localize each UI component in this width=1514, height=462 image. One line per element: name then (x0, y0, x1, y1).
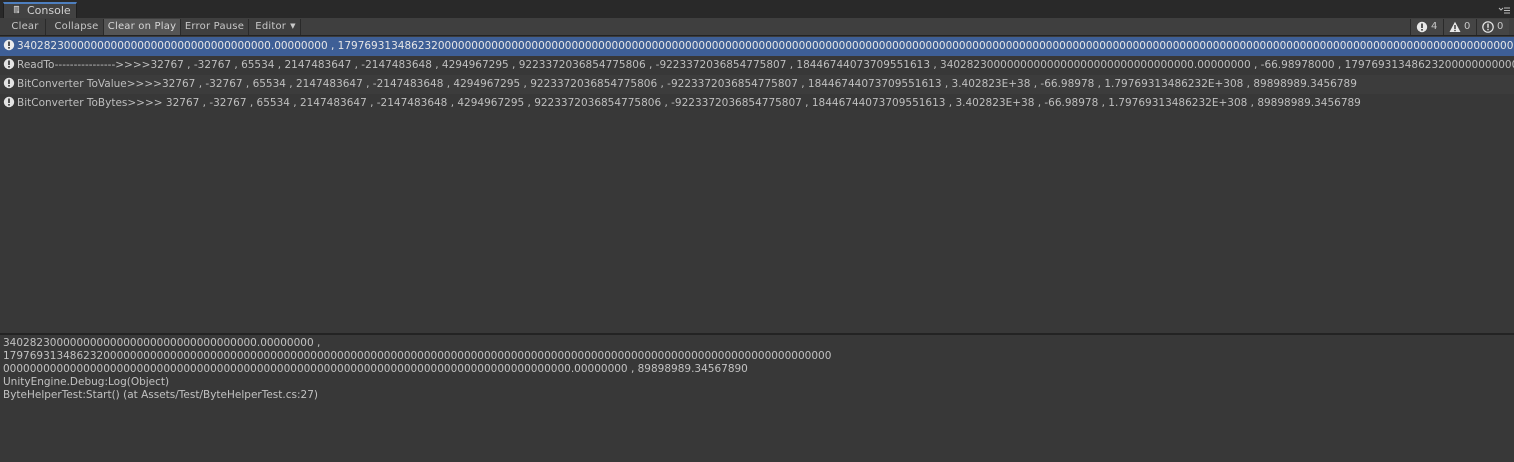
clear-on-play-button[interactable]: Clear on Play (104, 19, 181, 35)
warning-count: 0 (1464, 21, 1471, 32)
warning-count-toggle[interactable]: 0 (1443, 19, 1476, 35)
log-entry[interactable]: 34028230000000000000000000000000000000.0… (0, 37, 1514, 56)
stack-trace-line: UnityEngine.Debug:Log(Object) (3, 376, 170, 388)
log-entry-text: 34028230000000000000000000000000000000.0… (17, 40, 1514, 52)
console-window: Console Clear Collapse Clear on Play Err… (0, 0, 1514, 462)
console-icon (13, 5, 20, 14)
error-count-toggle[interactable]: 0 (1476, 19, 1509, 35)
error-icon (1482, 21, 1494, 33)
info-count: 4 (1431, 21, 1438, 32)
tab-bar: Console (0, 0, 1514, 18)
info-icon (3, 77, 15, 89)
console-toolbar: Clear Collapse Clear on Play Error Pause… (0, 18, 1514, 36)
log-entry-list[interactable]: 34028230000000000000000000000000000000.0… (0, 37, 1514, 333)
warning-icon (1449, 21, 1461, 32)
editor-dropdown-label: Editor (255, 21, 287, 32)
detail-line: 0000000000000000000000000000000000000000… (3, 363, 748, 375)
tab-console[interactable]: Console (3, 2, 77, 18)
info-icon (1416, 21, 1428, 33)
log-detail-pane[interactable]: 34028230000000000000000000000000000000.0… (0, 335, 1514, 462)
log-entry-text: BitConverter ToValue>>>>32767 , -32767 ,… (17, 78, 1357, 90)
error-pause-button[interactable]: Error Pause (181, 19, 249, 35)
editor-dropdown[interactable]: Editor ▼ (251, 19, 301, 35)
log-entry[interactable]: BitConverter ToValue>>>>32767 , -32767 ,… (0, 75, 1514, 94)
log-entry[interactable]: ReadTo---------------->>>>32767 , -32767… (0, 56, 1514, 75)
info-icon (3, 39, 15, 51)
log-entry[interactable]: BitConverter ToBytes>>>> 32767 , -32767 … (0, 94, 1514, 113)
stack-trace-line[interactable]: ByteHelperTest:Start() (at Assets/Test/B… (3, 389, 318, 402)
info-count-toggle[interactable]: 4 (1410, 19, 1443, 35)
log-entry-text: BitConverter ToBytes>>>> 32767 , -32767 … (17, 97, 1361, 109)
collapse-button[interactable]: Collapse (50, 19, 104, 35)
detail-line: 1797693134862320000000000000000000000000… (3, 350, 832, 362)
chevron-down-icon: ▼ (290, 22, 296, 30)
tab-title: Console (27, 4, 71, 17)
clear-button[interactable]: Clear (5, 19, 46, 35)
info-icon (3, 58, 15, 70)
log-entry-text: ReadTo---------------->>>>32767 , -32767… (17, 59, 1514, 71)
window-menu-icon[interactable] (1498, 5, 1510, 15)
detail-line: 34028230000000000000000000000000000000.0… (3, 337, 321, 349)
error-count: 0 (1497, 21, 1504, 32)
info-icon (3, 96, 15, 108)
